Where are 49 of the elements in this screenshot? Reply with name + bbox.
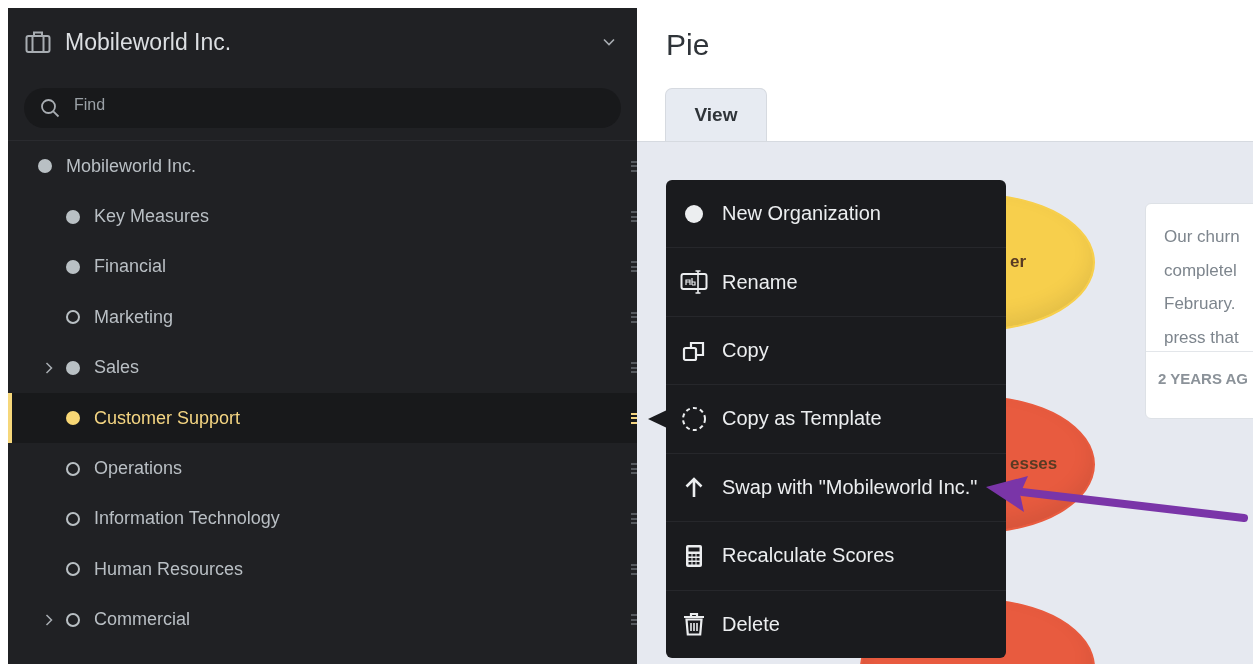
briefcase-icon (25, 30, 51, 54)
comment-text-line: press that (1164, 326, 1240, 349)
dashed-circle-icon (681, 405, 707, 432)
tree-item[interactable]: Financial (8, 241, 637, 293)
menu-item[interactable]: Delete (666, 589, 1006, 658)
arrow-up-icon (684, 476, 704, 499)
tree-item[interactable]: Key Measures (8, 191, 637, 242)
drag-handle-icon[interactable] (631, 362, 637, 374)
search-input[interactable]: Find (72, 94, 605, 122)
node-label: er (1010, 252, 1027, 272)
node-label: esses (1010, 454, 1058, 474)
drag-handle-icon[interactable] (631, 261, 637, 273)
menu-item[interactable]: Recalculate Scores (666, 521, 1006, 590)
chevron-right-icon[interactable] (45, 613, 53, 626)
tree-item[interactable]: Sales (8, 342, 637, 393)
trash-icon (683, 612, 705, 637)
tree-item[interactable]: Information Technology (8, 493, 637, 545)
tree-item[interactable]: Customer Support (8, 392, 637, 444)
comment-text-line: completel (1164, 259, 1238, 282)
search-field[interactable]: Find (24, 88, 621, 128)
tree-item[interactable]: Operations (8, 443, 637, 494)
drag-handle-icon[interactable] (631, 311, 637, 323)
drag-handle-icon[interactable] (631, 412, 637, 424)
comment-text-line: Our churn (1164, 226, 1241, 248)
menu-item[interactable]: Rename (666, 247, 1006, 316)
drag-handle-icon[interactable] (631, 160, 637, 172)
menu-item[interactable]: Copy as Template (666, 384, 1006, 453)
timestamp: 2 YEARS AG (1158, 370, 1249, 387)
menu-item[interactable]: Copy (666, 315, 1006, 385)
tree-item[interactable]: Commercial (8, 594, 637, 645)
drag-handle-icon[interactable] (631, 211, 637, 223)
page-title: Pie (665, 27, 711, 60)
organization-title: Mobileworld Inc. (65, 28, 233, 56)
chevron-right-icon[interactable] (45, 361, 53, 374)
menu-item[interactable]: New Organization (666, 180, 1006, 248)
drag-handle-icon[interactable] (631, 563, 637, 575)
tree-item[interactable]: Human Resources (8, 544, 637, 595)
comment-text-line: February. (1164, 293, 1237, 315)
drag-handle-icon[interactable] (631, 614, 637, 626)
chevron-down-icon[interactable] (603, 38, 615, 46)
calculator-icon (685, 543, 703, 568)
search-icon (40, 98, 60, 118)
circle-icon (684, 203, 704, 224)
view-tab[interactable]: View (665, 88, 767, 141)
drag-handle-icon[interactable] (631, 513, 637, 525)
tree-item[interactable]: Marketing (8, 292, 637, 343)
rename-icon (680, 270, 708, 295)
tree-item[interactable]: Mobileworld Inc. (8, 141, 637, 192)
drag-handle-icon[interactable] (631, 463, 637, 475)
